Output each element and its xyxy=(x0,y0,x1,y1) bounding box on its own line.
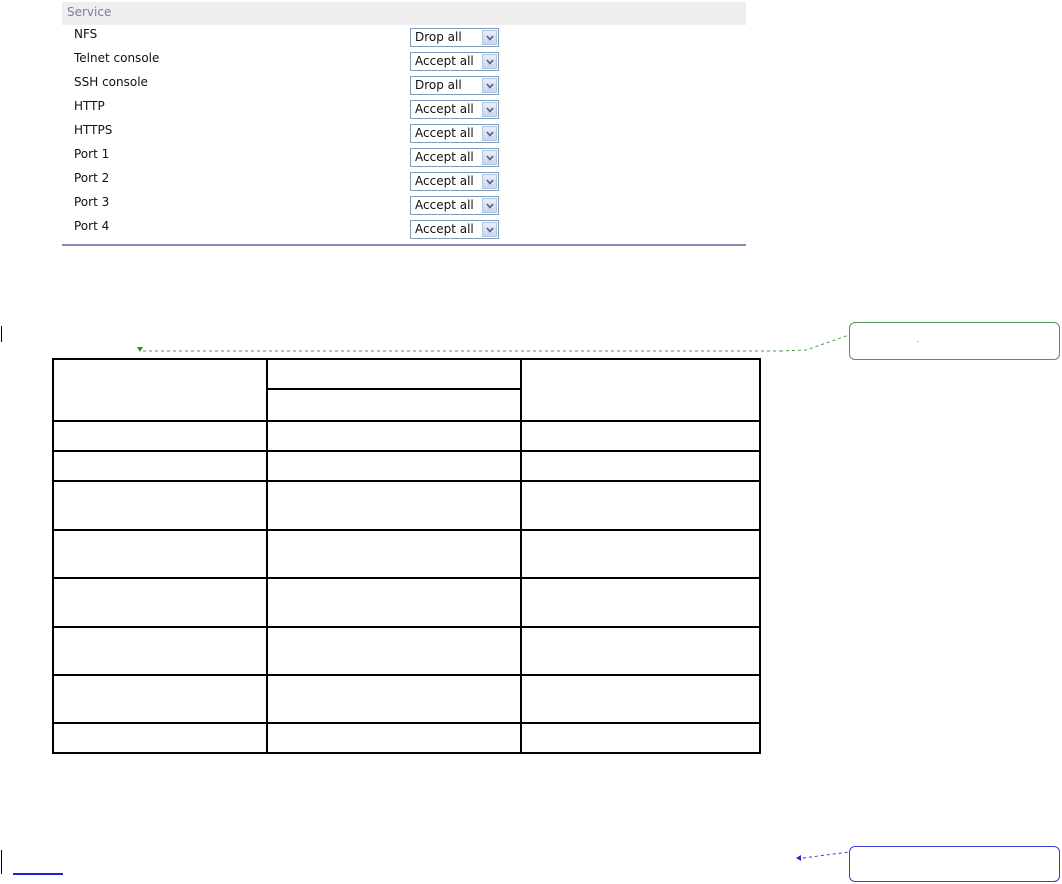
select-value: Accept all xyxy=(415,102,474,116)
service-row-telnet: Telnet console Accept all xyxy=(62,50,746,74)
table-cell[interactable] xyxy=(266,480,522,531)
table-cell[interactable] xyxy=(520,480,761,531)
comment-callout[interactable] xyxy=(849,322,1060,360)
table-cell[interactable] xyxy=(266,388,522,422)
service-row-port-2: Port 2 Accept all xyxy=(62,170,746,194)
table-cell[interactable] xyxy=(520,420,761,452)
table-row xyxy=(52,674,761,724)
table-cell[interactable] xyxy=(520,722,761,754)
table-row xyxy=(52,577,761,628)
service-name: Port 1 xyxy=(74,147,110,161)
select-value: Drop all xyxy=(415,30,462,44)
service-name: HTTPS xyxy=(74,123,113,137)
chevron-down-icon[interactable] xyxy=(482,78,497,93)
service-name: SSH console xyxy=(74,75,148,89)
table-cell[interactable] xyxy=(520,577,761,628)
table-cell[interactable] xyxy=(52,358,268,422)
table-cell[interactable] xyxy=(520,358,761,422)
table-cell[interactable] xyxy=(520,674,761,724)
service-row-port-1: Port 1 Accept all xyxy=(62,146,746,170)
table-row xyxy=(52,358,761,422)
table-cell[interactable] xyxy=(266,626,522,676)
service-row-http: HTTP Accept all xyxy=(62,98,746,122)
chevron-down-icon[interactable] xyxy=(482,198,497,213)
comment-connector-green-leader xyxy=(779,334,850,352)
table-cell[interactable] xyxy=(52,722,268,754)
table-row xyxy=(52,626,761,676)
select-value: Accept all xyxy=(415,198,474,212)
nfs-policy-select[interactable]: Drop all xyxy=(410,28,499,47)
https-policy-select[interactable]: Accept all xyxy=(410,124,499,143)
service-name: Port 2 xyxy=(74,171,110,185)
table-row xyxy=(52,450,761,482)
table-row xyxy=(52,722,761,754)
service-header-label: Service xyxy=(67,5,112,19)
chevron-down-icon[interactable] xyxy=(482,102,497,117)
select-value: Accept all xyxy=(415,54,474,68)
service-header: Service xyxy=(62,2,746,25)
select-value: Accept all xyxy=(415,150,474,164)
service-name: Port 3 xyxy=(74,195,110,209)
table-cell[interactable] xyxy=(520,450,761,482)
table-cell[interactable] xyxy=(266,674,522,724)
table-cell[interactable] xyxy=(266,420,522,452)
table-row xyxy=(52,420,761,452)
service-name: Telnet console xyxy=(74,51,160,65)
service-divider xyxy=(62,244,746,246)
table-cell[interactable] xyxy=(52,480,268,531)
port-2-policy-select[interactable]: Accept all xyxy=(410,172,499,191)
document-table xyxy=(52,358,761,754)
change-bar xyxy=(1,850,2,874)
service-panel: Service NFS Drop all Telnet console Acce… xyxy=(62,2,746,246)
table-cell[interactable] xyxy=(266,358,522,390)
table-cell[interactable] xyxy=(520,626,761,676)
service-row-nfs: NFS Drop all xyxy=(62,26,746,50)
change-bar xyxy=(1,326,2,342)
telnet-console-policy-select[interactable]: Accept all xyxy=(410,52,499,71)
chevron-down-icon[interactable] xyxy=(482,30,497,45)
table-cell[interactable] xyxy=(52,577,268,628)
table-row xyxy=(52,480,761,531)
select-value: Accept all xyxy=(415,126,474,140)
port-3-policy-select[interactable]: Accept all xyxy=(410,196,499,215)
table-cell[interactable] xyxy=(266,529,522,579)
chevron-down-icon[interactable] xyxy=(482,174,497,189)
chevron-down-icon[interactable] xyxy=(482,126,497,141)
hyperlink-underline[interactable] xyxy=(13,873,63,875)
select-value: Accept all xyxy=(415,174,474,188)
service-name: NFS xyxy=(74,27,98,41)
table-cell[interactable] xyxy=(52,420,268,452)
service-row-port-3: Port 3 Accept all xyxy=(62,194,746,218)
table-cell[interactable] xyxy=(52,626,268,676)
port-4-policy-select[interactable]: Accept all xyxy=(410,220,499,239)
table-cell[interactable] xyxy=(266,722,522,754)
triangle-marker-icon xyxy=(796,855,801,861)
table-cell[interactable] xyxy=(266,577,522,628)
table-cell[interactable] xyxy=(52,674,268,724)
service-row-port-4: Port 4 Accept all xyxy=(62,218,746,242)
chevron-down-icon[interactable] xyxy=(482,222,497,237)
table-cell[interactable] xyxy=(52,529,268,579)
port-1-policy-select[interactable]: Accept all xyxy=(410,148,499,167)
table-cell[interactable] xyxy=(520,529,761,579)
http-policy-select[interactable]: Accept all xyxy=(410,100,499,119)
select-value: Accept all xyxy=(415,222,474,236)
ssh-console-policy-select[interactable]: Drop all xyxy=(410,76,499,95)
service-name: HTTP xyxy=(74,99,105,113)
triangle-marker-icon xyxy=(137,347,143,352)
comment-callout[interactable] xyxy=(849,846,1060,882)
table-row xyxy=(52,529,761,579)
table-cell[interactable] xyxy=(52,450,268,482)
service-name: Port 4 xyxy=(74,219,110,233)
chevron-down-icon[interactable] xyxy=(482,150,497,165)
comment-cursor-mark xyxy=(917,341,919,342)
service-row-ssh: SSH console Drop all xyxy=(62,74,746,98)
chevron-down-icon[interactable] xyxy=(482,54,497,69)
table-cell[interactable] xyxy=(266,450,522,482)
select-value: Drop all xyxy=(415,78,462,92)
service-row-https: HTTPS Accept all xyxy=(62,122,746,146)
comment-connector-blue xyxy=(802,851,850,859)
